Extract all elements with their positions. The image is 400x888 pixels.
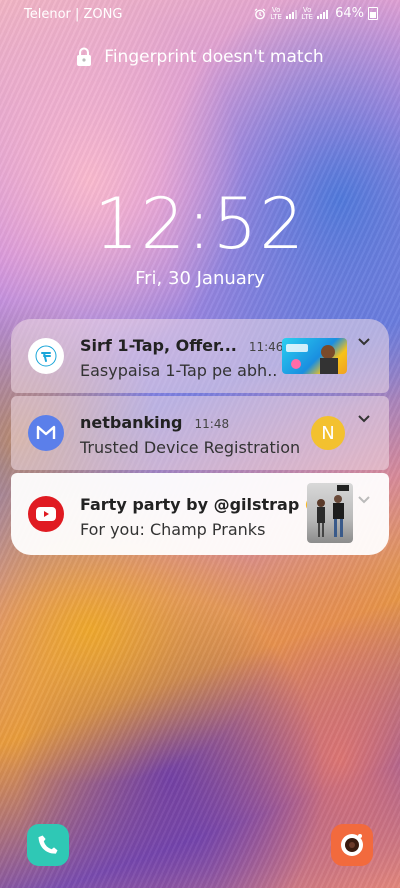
carrier-label: Telenor | ZONG — [24, 7, 123, 22]
fingerprint-text: Fingerprint doesn't match — [104, 47, 324, 67]
phone-icon — [38, 835, 58, 854]
sender-avatar: N — [311, 416, 345, 450]
camera-shortcut-button[interactable] — [331, 824, 373, 866]
notification-text: For you: Champ Pranks — [80, 520, 266, 539]
notification-netbanking[interactable]: netbanking 11:48 Trusted Device Registrat… — [11, 396, 389, 470]
expand-chevron-icon[interactable] — [357, 337, 371, 347]
camera-icon — [341, 834, 363, 856]
sim2-signal-icon — [317, 8, 329, 19]
notification-thumbnail — [307, 483, 353, 543]
phone-shortcut-button[interactable] — [27, 824, 69, 866]
alarm-icon — [254, 8, 266, 19]
lock-date: Fri, 30 January — [135, 268, 265, 289]
status-bar: Telenor | ZONG VoLTE VoLTE 64% — [0, 0, 400, 30]
notification-title: Sirf 1-Tap, Offer... 11:46 — [80, 336, 283, 355]
notification-title-text: Farty party by @gilstrap 🤣... — [80, 495, 344, 514]
netbanking-icon — [28, 415, 64, 451]
lock-clock: 12:52 — [94, 183, 306, 265]
notification-list: Sirf 1-Tap, Offer... 11:46 Easypaisa 1-Ta… — [11, 319, 389, 558]
battery-percent: 64% — [335, 6, 364, 21]
notification-text: Trusted Device Registration — [80, 438, 301, 457]
notification-easypaisa[interactable]: Sirf 1-Tap, Offer... 11:46 Easypaisa 1-Ta… — [11, 319, 389, 393]
notification-text: Easypaisa 1-Tap pe abh.. — [80, 361, 278, 380]
notification-title-text: netbanking — [80, 413, 183, 432]
notification-title: Farty party by @gilstrap 🤣... — [80, 495, 343, 514]
sim1-volte-label: VoLTE — [270, 5, 282, 21]
fingerprint-message: Fingerprint doesn't match — [0, 42, 400, 72]
notification-title: netbanking 11:48 — [80, 413, 229, 432]
expand-chevron-icon[interactable] — [357, 414, 371, 424]
notification-time: 11:48 — [194, 417, 230, 431]
notification-youtube[interactable]: Farty party by @gilstrap 🤣... For you: C… — [11, 473, 389, 555]
sim1-signal-icon — [286, 8, 298, 19]
battery-icon — [368, 7, 378, 20]
notification-time: 11:46 — [248, 340, 284, 354]
expand-chevron-icon[interactable] — [357, 495, 371, 505]
status-icons: VoLTE VoLTE 64% — [254, 6, 378, 21]
sim2-volte-label: VoLTE — [301, 5, 313, 21]
lock-icon — [77, 47, 92, 66]
easypaisa-icon — [28, 338, 64, 374]
notification-title-text: Sirf 1-Tap, Offer... — [80, 336, 237, 355]
notification-thumbnail — [282, 338, 347, 374]
youtube-icon — [28, 496, 64, 532]
